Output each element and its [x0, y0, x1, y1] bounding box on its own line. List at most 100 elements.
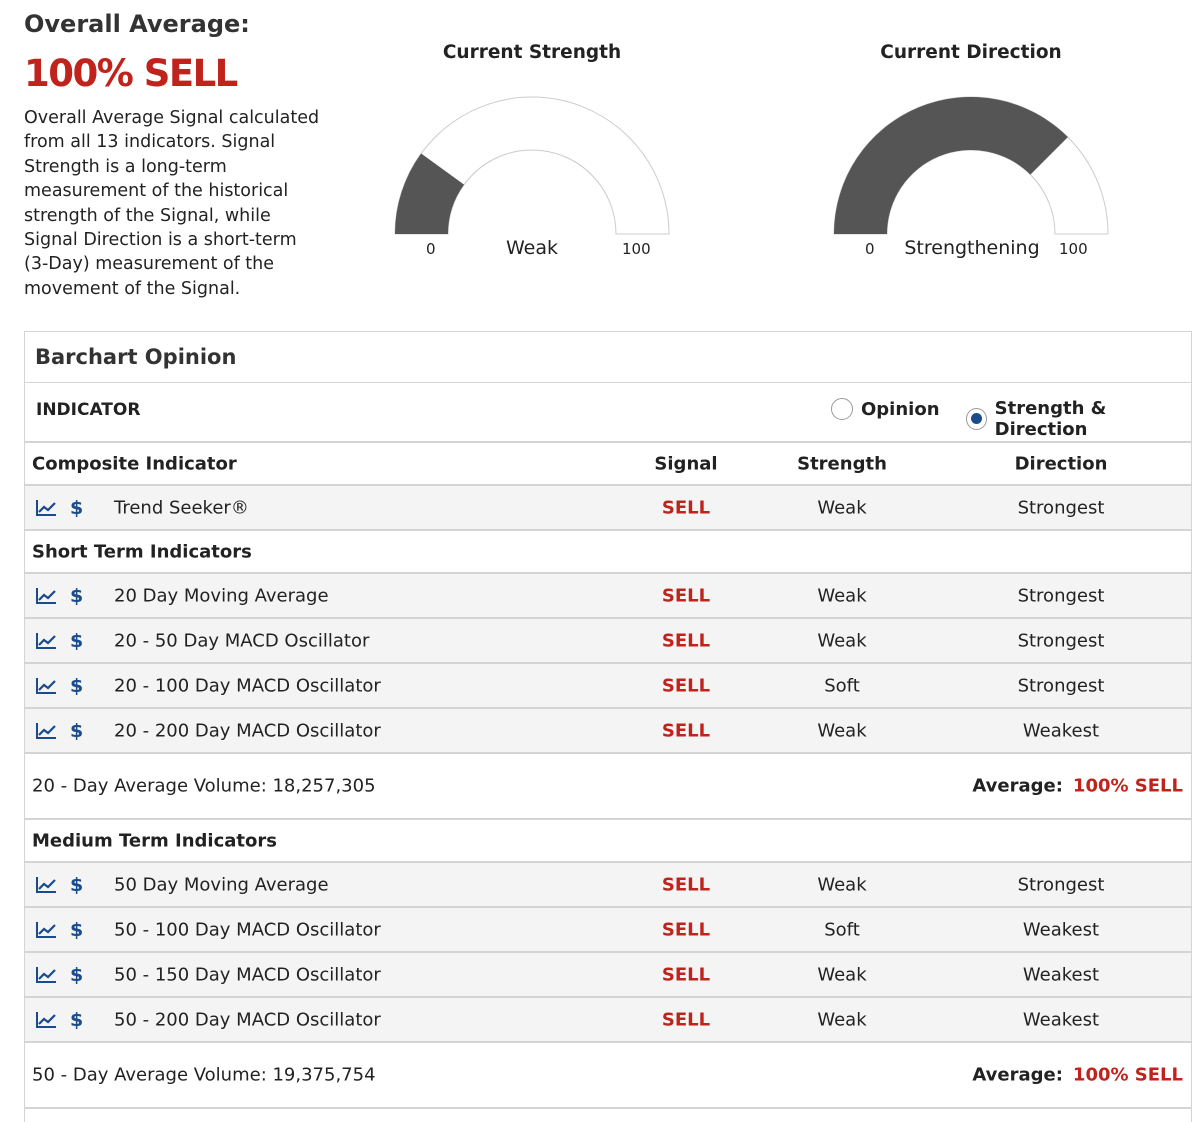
chart-icon[interactable]: [35, 876, 57, 894]
table-row[interactable]: $ 20 Day Moving Average SELL Weak Strong…: [25, 574, 1191, 619]
direction-gauge: Current Direction 0 Strengthening 100: [791, 40, 1151, 270]
strength-value: Weak: [817, 964, 867, 985]
strength-value: Weak: [817, 585, 867, 606]
dollar-icon[interactable]: $: [70, 675, 83, 697]
signal-value: SELL: [661, 964, 711, 985]
chart-icon[interactable]: [35, 921, 57, 939]
chart-icon[interactable]: [35, 499, 57, 517]
radio-opinion-circle[interactable]: [831, 398, 853, 420]
short-term-average-row: 20 - Day Average Volume: 18,257,305 Aver…: [25, 754, 1191, 820]
direction-value: Weakest: [1022, 964, 1100, 985]
header-signal: Signal: [654, 453, 718, 474]
chart-icon[interactable]: [35, 1011, 57, 1029]
strength-gauge-arc: [394, 96, 670, 235]
chart-icon[interactable]: [35, 722, 57, 740]
strength-value: Soft: [824, 675, 860, 696]
direction-gauge-label: Strengthening: [904, 237, 1040, 259]
dollar-icon[interactable]: $: [70, 1009, 83, 1031]
strength-gauge-label: Weak: [505, 237, 558, 259]
table-header: Composite Indicator Signal Strength Dire…: [25, 443, 1191, 486]
table-row[interactable]: $ 20 - 100 Day MACD Oscillator SELL Soft…: [25, 664, 1191, 709]
strength-gauge: Current Strength 0 Weak 100: [352, 40, 712, 270]
indicator-name: 50 Day Moving Average: [114, 874, 329, 895]
strength-value: Weak: [817, 497, 867, 518]
overall-description: Overall Average Signal calculated from a…: [24, 108, 320, 299]
short-term-volume: 20 - Day Average Volume: 18,257,305: [32, 775, 376, 797]
signal-value: SELL: [661, 720, 711, 741]
dollar-icon[interactable]: $: [70, 497, 83, 519]
direction-gauge-max: 100: [1059, 240, 1088, 258]
dollar-icon[interactable]: $: [70, 630, 83, 652]
table-row[interactable]: $ 20 - 200 Day MACD Oscillator SELL Weak…: [25, 709, 1191, 754]
overall-heading: Overall Average:: [24, 10, 250, 38]
signal-value: SELL: [661, 675, 711, 696]
section-title: Medium Term Indicators: [32, 830, 277, 851]
strength-value: Weak: [817, 630, 867, 651]
chart-icon[interactable]: [35, 632, 57, 650]
dollar-icon[interactable]: $: [70, 585, 83, 607]
overall-average: Overall Average: 100% SELL Overall Avera…: [24, 8, 324, 301]
table-row[interactable]: $ 50 - 100 Day MACD Oscillator SELL Soft…: [25, 908, 1191, 953]
dollar-icon[interactable]: $: [70, 720, 83, 742]
dollar-icon[interactable]: $: [70, 874, 83, 896]
indicator-name: 20 - 50 Day MACD Oscillator: [114, 630, 370, 651]
direction-value: Weakest: [1022, 720, 1100, 741]
short-term-average: Average: 100% SELL: [972, 776, 1183, 797]
table-row[interactable]: $ 50 - 150 Day MACD Oscillator SELL Weak…: [25, 953, 1191, 998]
table-row[interactable]: $ Trend Seeker® SELL Weak Strongest: [25, 486, 1191, 531]
average-value: 100% SELL: [1072, 1064, 1183, 1086]
direction-value: Weakest: [1022, 1009, 1100, 1030]
strength-gauge-min: 0: [426, 240, 436, 258]
panel-title: Barchart Opinion: [25, 332, 1191, 383]
indicator-name: 20 - 200 Day MACD Oscillator: [114, 720, 381, 741]
radio-opinion[interactable]: Opinion: [831, 398, 940, 420]
signal-value: SELL: [661, 874, 711, 895]
section-short-term: Short Term Indicators: [25, 531, 1191, 574]
indicator-toolbar: INDICATOR Opinion Strength & Direction: [25, 383, 1191, 443]
medium-term-volume: 50 - Day Average Volume: 19,375,754: [32, 1064, 376, 1086]
direction-value: Strongest: [1017, 630, 1105, 651]
table-row[interactable]: $ 50 Day Moving Average SELL Weak Strong…: [25, 863, 1191, 908]
chart-icon[interactable]: [35, 966, 57, 984]
signal-value: SELL: [661, 585, 711, 606]
direction-gauge-arc: [833, 96, 1109, 235]
chart-icon[interactable]: [35, 587, 57, 605]
indicator-name: 50 - 200 Day MACD Oscillator: [114, 1009, 381, 1030]
strength-gauge-max: 100: [622, 240, 651, 258]
indicator-name: 50 - 150 Day MACD Oscillator: [114, 964, 381, 985]
strength-value: Soft: [824, 919, 860, 940]
header-strength: Strength: [797, 453, 887, 474]
strength-value: Weak: [817, 874, 867, 895]
direction-gauge-min: 0: [865, 240, 875, 258]
signal-value: SELL: [661, 1009, 711, 1030]
indicator-name: Trend Seeker®: [114, 497, 249, 518]
indicator-label: INDICATOR: [36, 400, 141, 420]
indicator-name: 50 - 100 Day MACD Oscillator: [114, 919, 381, 940]
direction-value: Strongest: [1017, 874, 1105, 895]
radio-strength-direction-label: Strength & Direction: [994, 398, 1107, 440]
radio-strength-direction-circle[interactable]: [966, 408, 987, 430]
average-label: Average:: [972, 775, 1063, 797]
overall-value: 100% SELL: [24, 52, 238, 95]
average-value: 100% SELL: [1072, 775, 1183, 797]
medium-term-average-row: 50 - Day Average Volume: 19,375,754 Aver…: [25, 1043, 1191, 1109]
indicator-name: 20 - 100 Day MACD Oscillator: [114, 675, 381, 696]
direction-value: Weakest: [1022, 919, 1100, 940]
indicator-name: 20 Day Moving Average: [114, 585, 329, 606]
chart-icon[interactable]: [35, 677, 57, 695]
medium-term-average: Average: 100% SELL: [972, 1065, 1183, 1086]
indicator-table: Composite Indicator Signal Strength Dire…: [25, 443, 1191, 1109]
table-row[interactable]: $ 50 - 200 Day MACD Oscillator SELL Weak…: [25, 998, 1191, 1043]
strength-value: Weak: [817, 1009, 867, 1030]
radio-strength-direction[interactable]: Strength & Direction: [966, 398, 1191, 440]
strength-value: Weak: [817, 720, 867, 741]
direction-value: Strongest: [1017, 675, 1105, 696]
table-row[interactable]: $ 20 - 50 Day MACD Oscillator SELL Weak …: [25, 619, 1191, 664]
dollar-icon[interactable]: $: [70, 964, 83, 986]
dollar-icon[interactable]: $: [70, 919, 83, 941]
average-label: Average:: [972, 1064, 1063, 1086]
radio-opinion-label: Opinion: [861, 398, 940, 420]
section-title: Short Term Indicators: [32, 541, 252, 562]
signal-value: SELL: [661, 630, 711, 651]
header-composite: Composite Indicator: [32, 453, 237, 474]
